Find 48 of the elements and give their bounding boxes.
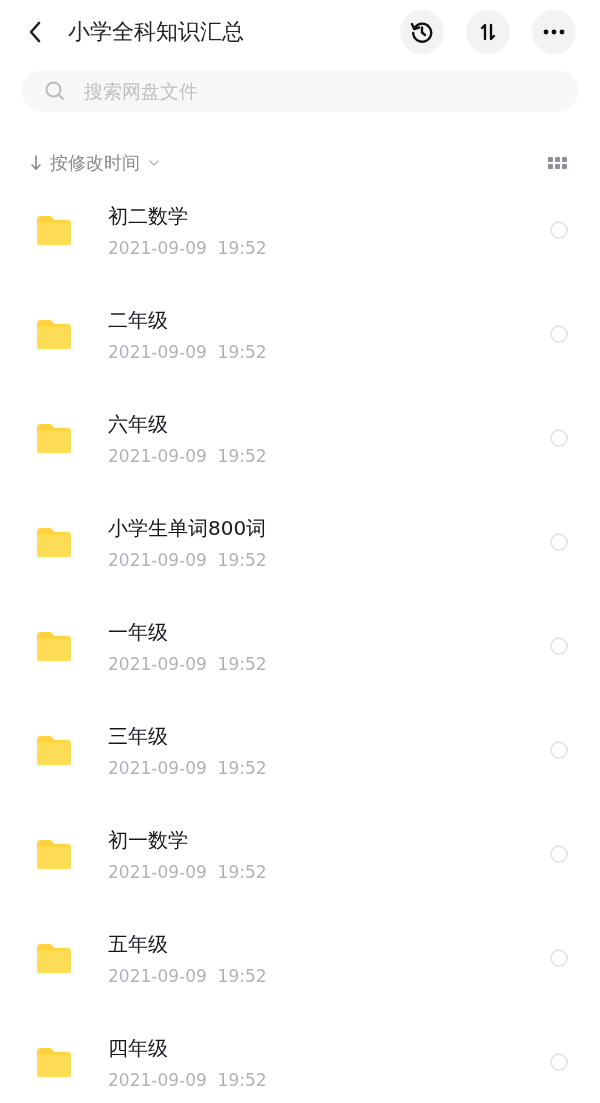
more-icon — [542, 29, 566, 35]
modified-time: 2021-09-09 19:52 — [108, 445, 268, 466]
chevron-down-icon — [148, 159, 160, 167]
more-button[interactable] — [532, 10, 576, 54]
modified-time: 2021-09-09 19:52 — [108, 653, 268, 674]
folder-icon — [37, 735, 71, 765]
modified-time: 2021-09-09 19:52 — [108, 861, 268, 882]
folder-name[interactable]: 初一数学 — [108, 826, 550, 854]
down-arrow-icon — [30, 155, 42, 171]
folder-name[interactable]: 五年级 — [108, 930, 550, 958]
history-icon — [410, 20, 434, 44]
modified-time: 2021-09-09 19:52 — [108, 1069, 268, 1090]
folder-icon — [37, 943, 71, 973]
select-circle[interactable] — [550, 741, 568, 759]
select-circle[interactable] — [550, 845, 568, 863]
select-circle[interactable] — [550, 429, 568, 447]
sort-button[interactable] — [466, 10, 510, 54]
folder-name[interactable]: 三年级 — [108, 722, 550, 750]
select-circle[interactable] — [550, 637, 568, 655]
folder-icon — [37, 527, 71, 557]
select-circle[interactable] — [550, 325, 568, 343]
page-title: 小学全科知识汇总 — [68, 18, 244, 46]
folder-name[interactable]: 四年级 — [108, 1034, 550, 1062]
select-circle[interactable] — [550, 949, 568, 967]
back-icon[interactable] — [28, 21, 42, 43]
folder-name[interactable]: 二年级 — [108, 306, 550, 334]
select-circle[interactable] — [550, 221, 568, 239]
select-circle[interactable] — [550, 1053, 568, 1071]
folder-name[interactable]: 六年级 — [108, 410, 550, 438]
folder-icon — [37, 319, 71, 349]
folder-name[interactable]: 初二数学 — [108, 202, 550, 230]
modified-time: 2021-09-09 19:52 — [108, 757, 268, 778]
folder-icon — [37, 423, 71, 453]
folder-icon — [37, 215, 71, 245]
grid-view-icon[interactable] — [548, 157, 568, 169]
modified-time: 2021-09-09 19:52 — [108, 341, 268, 362]
sort-dropdown[interactable]: 按修改时间 — [30, 151, 160, 175]
modified-time: 2021-09-09 19:52 — [108, 237, 268, 258]
folder-icon — [37, 839, 71, 869]
folder-name[interactable]: 小学生单词800词 — [108, 514, 550, 542]
modified-time: 2021-09-09 19:52 — [108, 965, 268, 986]
history-button[interactable] — [400, 10, 444, 54]
folder-icon — [37, 1047, 71, 1077]
folder-name[interactable]: 一年级 — [108, 618, 550, 646]
search-icon — [44, 80, 66, 102]
select-circle[interactable] — [550, 533, 568, 551]
modified-time: 2021-09-09 19:52 — [108, 549, 268, 570]
folder-icon — [37, 631, 71, 661]
